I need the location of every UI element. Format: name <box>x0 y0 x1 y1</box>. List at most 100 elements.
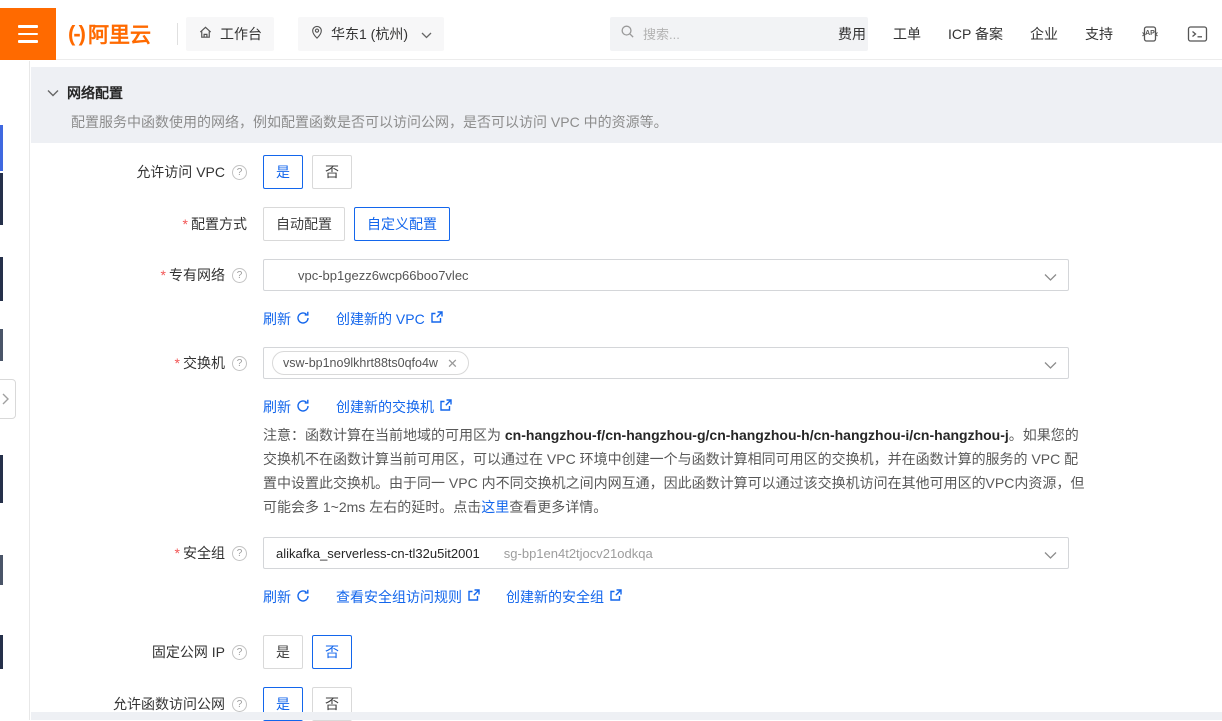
create-vpc-link[interactable]: 创建新的 VPC <box>336 309 443 329</box>
menu-item-support[interactable]: 支持 <box>1085 24 1113 44</box>
create-vpc-label: 创建新的 VPC <box>336 309 425 329</box>
create-vswitch-link[interactable]: 创建新的交换机 <box>336 397 452 417</box>
chevron-down-icon <box>1044 548 1057 563</box>
view-security-rules-link[interactable]: 查看安全组访问规则 <box>336 587 480 607</box>
vpc-links: 刷新 创建新的 VPC <box>31 309 1222 329</box>
workbench-label: 工作台 <box>220 24 262 44</box>
allow-internet-label-text: 允许函数访问公网 <box>113 694 225 714</box>
underlying-page-edge <box>0 173 3 225</box>
panel-expand-button[interactable] <box>0 379 16 419</box>
section-collapse-icon[interactable] <box>47 84 59 102</box>
required-asterisk: * <box>161 267 166 283</box>
vswitch-tag: vsw-bp1no9lkhrt88ts0qfo4w ✕ <box>272 351 469 375</box>
security-group-select[interactable]: alikafka_serverless-cn-tl32u5it2001 sg-b… <box>263 537 1069 569</box>
refresh-label: 刷新 <box>263 397 291 417</box>
required-asterisk: * <box>175 545 180 561</box>
security-group-name: alikafka_serverless-cn-tl32u5it2001 <box>276 546 480 561</box>
allow-vpc-yes-button[interactable]: 是 <box>263 155 303 189</box>
vpc-label-text: 专有网络 <box>169 265 225 285</box>
close-icon[interactable]: ✕ <box>447 357 458 370</box>
row-vswitch: * 交换机 ? vsw-bp1no9lkhrt88ts0qfo4w ✕ <box>31 347 1222 379</box>
menu-item-icp[interactable]: ICP 备案 <box>948 24 1003 44</box>
menu-item-billing[interactable]: 费用 <box>838 24 866 44</box>
security-group-links: 刷新 查看安全组访问规则 创建新的安全组 <box>31 587 1222 607</box>
note-zones: cn-hangzhou-f/cn-hangzhou-g/cn-hangzhou-… <box>505 427 1009 443</box>
row-config-mode: * 配置方式 自动配置 自定义配置 <box>31 207 1222 241</box>
topbar-right-menu: 费用 工单 ICP 备案 企业 支持 AP <box>838 8 1208 60</box>
fixed-ip-label-text: 固定公网 IP <box>152 642 225 662</box>
network-config-panel: 网络配置 配置服务中函数使用的网络，例如配置函数是否可以访问公网，是否可以访问 … <box>31 61 1222 720</box>
cloudshell-icon[interactable] <box>1187 25 1208 43</box>
chevron-down-icon <box>1044 270 1057 285</box>
section-header: 网络配置 配置服务中函数使用的网络，例如配置函数是否可以访问公网，是否可以访问 … <box>31 67 1222 143</box>
view-security-rules-label: 查看安全组访问规则 <box>336 587 462 607</box>
allow-vpc-no-button[interactable]: 否 <box>312 155 352 189</box>
fixed-ip-label: 固定公网 IP ? <box>31 635 247 669</box>
vswitch-zone-note: 注意：函数计算在当前地域的可用区为 cn-hangzhou-f/cn-hangz… <box>263 423 1091 519</box>
create-vswitch-label: 创建新的交换机 <box>336 397 434 417</box>
chevron-down-icon <box>421 26 432 42</box>
note-details-link[interactable]: 这里 <box>481 499 509 515</box>
refresh-label: 刷新 <box>263 309 291 329</box>
hamburger-menu-button[interactable] <box>0 8 56 60</box>
menu-item-tickets[interactable]: 工单 <box>893 24 921 44</box>
refresh-label: 刷新 <box>263 587 291 607</box>
create-security-group-link[interactable]: 创建新的安全组 <box>506 587 622 607</box>
menu-item-enterprise[interactable]: 企业 <box>1030 24 1058 44</box>
section-title: 网络配置 <box>67 83 123 103</box>
help-icon[interactable]: ? <box>232 546 247 561</box>
refresh-icon <box>296 311 310 328</box>
refresh-icon <box>296 399 310 416</box>
help-icon[interactable]: ? <box>232 356 247 371</box>
config-mode-custom-button[interactable]: 自定义配置 <box>354 207 450 241</box>
vswitch-label: * 交换机 ? <box>31 347 247 379</box>
config-mode-auto-button[interactable]: 自动配置 <box>263 207 345 241</box>
row-fixed-ip: 固定公网 IP ? 是 否 <box>31 635 1222 669</box>
underlying-page-edge <box>0 455 3 503</box>
vpc-refresh-link[interactable]: 刷新 <box>263 309 310 329</box>
svg-text:AP: AP <box>1145 30 1155 37</box>
fixed-ip-no-button[interactable]: 否 <box>312 635 352 669</box>
topbar-divider <box>177 23 178 45</box>
fixed-ip-yes-button[interactable]: 是 <box>263 635 303 669</box>
help-icon[interactable]: ? <box>232 697 247 712</box>
vswitch-select[interactable]: vsw-bp1no9lkhrt88ts0qfo4w ✕ <box>263 347 1069 379</box>
underlying-page-edge <box>0 257 3 301</box>
region-selector[interactable]: 华东1 (杭州) <box>298 17 444 51</box>
chevron-down-icon <box>1044 358 1057 373</box>
security-group-refresh-link[interactable]: 刷新 <box>263 587 310 607</box>
underlying-page-edge <box>0 555 3 585</box>
allow-vpc-label-text: 允许访问 VPC <box>136 162 225 182</box>
vswitch-label-text: 交换机 <box>183 353 225 373</box>
external-link-icon <box>467 589 480 605</box>
underlying-page-edge <box>0 125 3 171</box>
vpc-select[interactable]: vpc-bp1gezz6wcp66boo7vlec <box>263 259 1069 291</box>
security-group-id: sg-bp1en4t2tjocv21odkqa <box>504 546 653 561</box>
aliyun-logo[interactable]: (-) 阿里云 <box>68 8 151 60</box>
top-navbar: (-) 阿里云 工作台 华东1 (杭州) <box>0 8 1222 60</box>
drawer-left-strip <box>0 61 30 720</box>
region-label: 华东1 (杭州) <box>331 24 408 44</box>
create-security-group-label: 创建新的安全组 <box>506 587 604 607</box>
help-icon[interactable]: ? <box>232 268 247 283</box>
vswitch-links: 刷新 创建新的交换机 <box>31 397 1222 417</box>
api-icon[interactable]: AP <box>1140 24 1160 44</box>
row-security-group: * 安全组 ? alikafka_serverless-cn-tl32u5it2… <box>31 537 1222 569</box>
section-description: 配置服务中函数使用的网络，例如配置函数是否可以访问公网，是否可以访问 VPC 中… <box>71 112 1198 132</box>
help-icon[interactable]: ? <box>232 645 247 660</box>
search-input[interactable] <box>643 27 843 42</box>
vpc-label: * 专有网络 ? <box>31 259 247 291</box>
security-group-label-text: 安全组 <box>183 543 225 563</box>
allow-vpc-label: 允许访问 VPC ? <box>31 155 247 189</box>
workbench-button[interactable]: 工作台 <box>186 17 274 51</box>
aliyun-logo-mark: (-) <box>68 21 84 47</box>
vswitch-refresh-link[interactable]: 刷新 <box>263 397 310 417</box>
underlying-page-edge <box>0 635 3 669</box>
home-icon <box>198 25 213 43</box>
aliyun-logo-text: 阿里云 <box>88 19 151 49</box>
row-vpc: * 专有网络 ? vpc-bp1gezz6wcp66boo7vlec <box>31 259 1222 291</box>
location-pin-icon <box>310 25 324 43</box>
note-prefix: 注意：函数计算在当前地域的可用区为 <box>263 427 505 443</box>
help-icon[interactable]: ? <box>232 165 247 180</box>
row-allow-vpc: 允许访问 VPC ? 是 否 <box>31 155 1222 189</box>
